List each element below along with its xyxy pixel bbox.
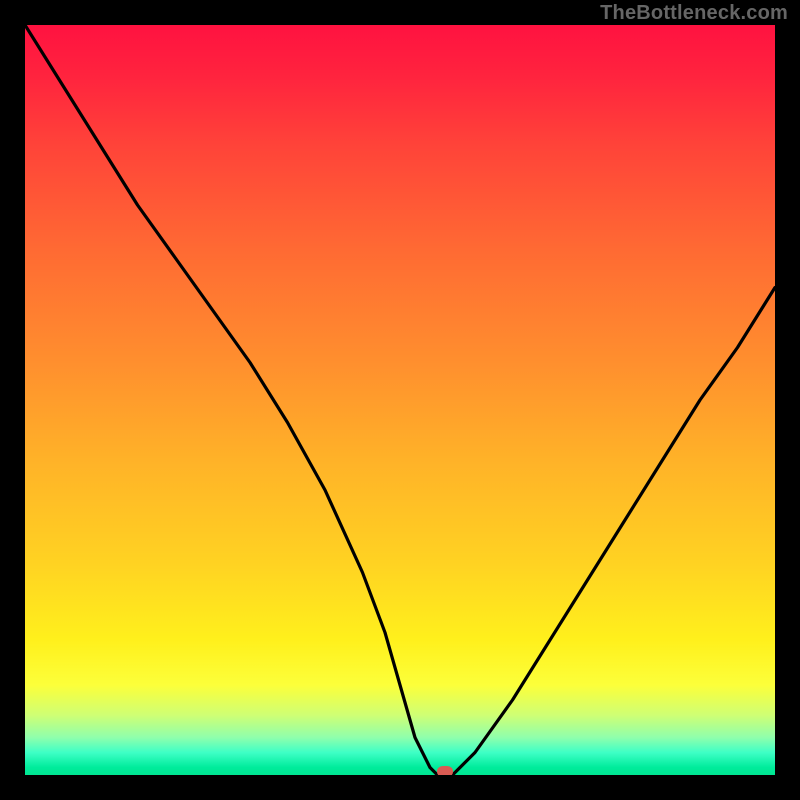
curve-path <box>25 25 775 775</box>
plot-area <box>25 25 775 775</box>
chart-frame: TheBottleneck.com <box>0 0 800 800</box>
watermark-text: TheBottleneck.com <box>600 2 788 25</box>
bottleneck-curve <box>25 25 775 775</box>
optimal-marker <box>437 766 453 776</box>
